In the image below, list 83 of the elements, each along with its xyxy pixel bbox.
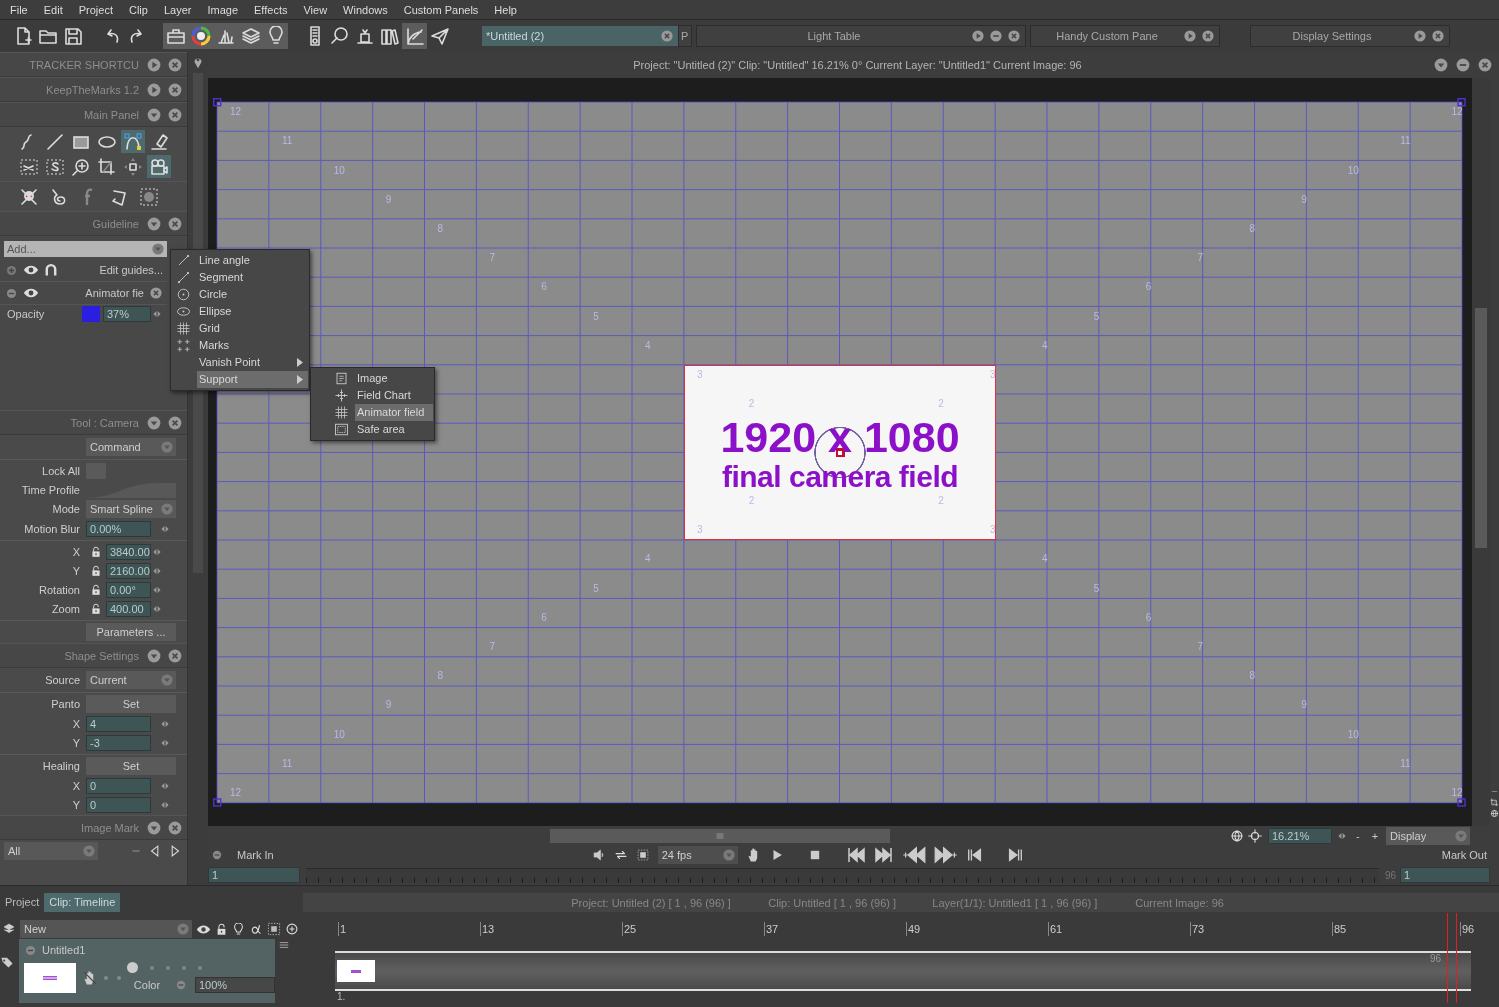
field-number: 5	[593, 311, 599, 322]
opacity-label: Opacity	[7, 308, 46, 320]
field-number: 3	[990, 369, 996, 380]
field-number: 6	[541, 282, 547, 293]
field-label: X	[71, 545, 81, 558]
field-number: 3	[696, 525, 703, 536]
field-label: Mode	[51, 503, 81, 515]
field-label: Y	[71, 736, 81, 749]
ruler-label: 37	[764, 922, 906, 936]
field-label: Panto	[50, 698, 81, 710]
field-number: 6	[1145, 612, 1152, 623]
field-number: 8	[1249, 671, 1255, 682]
ruler-label: 85	[1332, 922, 1460, 936]
field-number: 10	[333, 165, 345, 176]
panel-title: TRACKER SHORTCU	[29, 58, 139, 71]
field-label: Y	[71, 798, 81, 811]
field-number: 12	[230, 787, 242, 798]
color-label: Color	[132, 979, 162, 991]
field-number: 12	[230, 107, 242, 118]
panel-title: Guideline	[92, 217, 139, 230]
field-number: 3	[696, 369, 703, 380]
ruler-label: 1	[338, 922, 480, 936]
field-number: 12	[1451, 787, 1463, 798]
field-number: 8	[437, 671, 444, 682]
field-number: 5	[1093, 583, 1100, 594]
field-number: 9	[1301, 194, 1307, 205]
panel-title: Tool : Camera	[70, 416, 139, 429]
track-end-label: 96	[1429, 953, 1441, 964]
field-label: Time Profile	[20, 483, 81, 496]
field-label: Lock All	[41, 464, 81, 477]
field-number: 7	[1197, 253, 1204, 264]
field-label: Source	[44, 674, 81, 686]
ruler-label: 13	[480, 922, 622, 936]
field-number: 2	[938, 399, 944, 410]
field-number: 5	[1093, 311, 1100, 322]
panel-title: Main Panel	[83, 108, 139, 121]
ruler-label: 96	[1460, 922, 1499, 936]
ruler-label: 73	[1190, 922, 1332, 936]
field-number: 4	[645, 340, 651, 351]
field-number: 7	[489, 641, 495, 652]
field-number: 8	[1249, 223, 1255, 234]
field-label: X	[71, 717, 81, 730]
field-number: 4	[645, 554, 651, 565]
field-number: 7	[1197, 641, 1204, 652]
field-number: 10	[333, 729, 345, 740]
timeline-info: Project: Untitled (2) [ 1 , 96 (96) ]	[571, 896, 731, 909]
panel-title: Image Mark	[80, 821, 139, 834]
field-label: Motion Blur	[23, 522, 81, 535]
field-number: 12	[1451, 107, 1463, 118]
field-number: 11	[1400, 758, 1411, 769]
timeline-info: Current Image: 96	[1135, 896, 1224, 909]
field-label: Zoom	[50, 602, 81, 615]
field-label: Y	[71, 564, 81, 577]
field-number: 11	[281, 758, 293, 769]
frame-subtitle: final camera field	[721, 459, 959, 494]
ruler-label: 25	[622, 922, 764, 936]
field-number: 9	[385, 194, 392, 205]
field-label: Rotation	[38, 583, 81, 596]
field-number: 7	[489, 253, 495, 264]
timeline-info: Layer(1/1): Untitled1 [ 1 , 96 (96) ]	[932, 896, 1098, 909]
field-number: 4	[1041, 340, 1048, 351]
timeline-info: Clip: Untitled [ 1 , 96 (96) ]	[768, 896, 897, 909]
field-number: 6	[1145, 282, 1152, 293]
field-number: 10	[1347, 729, 1359, 740]
field-number: 3	[990, 525, 996, 536]
field-number: 10	[1347, 165, 1359, 176]
field-number: 8	[437, 223, 444, 234]
field-number: 6	[541, 612, 547, 623]
field-number: 9	[1301, 700, 1307, 711]
panel-title: KeepTheMarks 1.2	[46, 83, 139, 96]
field-number: 11	[281, 136, 293, 147]
panel-title: Shape Settings	[64, 649, 139, 662]
field-number: 2	[938, 495, 944, 506]
ruler-label: 49	[906, 922, 1048, 936]
field-label: Healing	[41, 760, 81, 772]
field-label: X	[71, 779, 81, 792]
field-number: 9	[385, 700, 392, 711]
field-number: 11	[1400, 136, 1411, 147]
field-number: 5	[593, 583, 599, 594]
field-number: 4	[1041, 554, 1048, 565]
ruler-label: 61	[1048, 922, 1190, 936]
status-info: Project: "Untitled (2)" Clip: "Untitled" 16.21% 0° Current Layer: "Untitled1" Current Image: 96	[632, 59, 1083, 71]
track-start-label: 1.	[337, 991, 347, 1002]
